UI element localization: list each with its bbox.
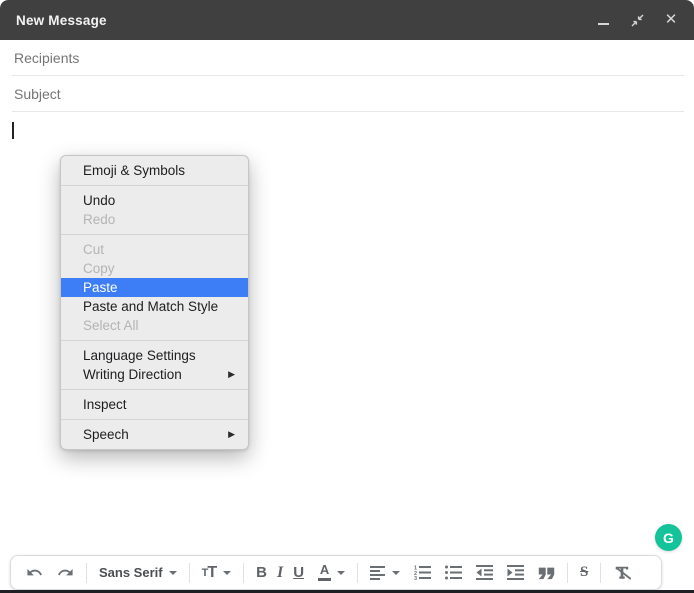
menu-item-speech[interactable]: Speech ▶ [61,425,248,444]
menu-item-inspect[interactable]: Inspect [61,395,248,414]
indent-more-icon [507,565,524,580]
close-icon[interactable]: ✕ [664,13,678,27]
undo-icon [27,569,41,575]
menu-item-emoji-symbols[interactable]: Emoji & Symbols [61,161,248,180]
numbered-list-icon: 1 2 3 [414,566,431,581]
font-family-value: Sans Serif [99,565,163,580]
grammarly-icon[interactable]: G [655,524,682,551]
menu-item-cut: Cut [61,240,248,259]
subject-placeholder: Subject [14,86,61,102]
chevron-down-icon [223,571,231,575]
bullet-list-icon [445,566,462,580]
compose-window: New Message ✕ Recipients Subject Emoji &… [0,0,694,593]
chevron-down-icon [337,571,345,575]
bold-button[interactable]: B [249,556,274,589]
submenu-arrow-icon: ▶ [228,365,235,384]
indent-less-button[interactable] [469,556,500,589]
redo-icon [58,569,72,575]
underline-button[interactable]: U [286,556,311,589]
menu-item-redo: Redo [61,210,248,229]
italic-button[interactable]: I [274,556,286,589]
menu-item-paste-match-style[interactable]: Paste and Match Style [61,297,248,316]
numbered-list-button[interactable]: 1 2 3 [407,556,438,589]
text-color-button[interactable]: A [311,556,352,589]
chevron-down-icon [392,571,400,575]
size-large-glyph: T [207,564,217,582]
window-title: New Message [16,13,107,28]
formatting-toolbar: Sans Serif T T B I U A 1 2 [10,555,662,590]
context-menu: Emoji & Symbols Undo Redo Cut Copy Paste… [60,155,249,450]
color-bar [318,578,331,582]
indent-more-button[interactable] [500,556,531,589]
undo-button[interactable] [19,556,50,589]
menu-item-undo[interactable]: Undo [61,191,248,210]
strikethrough-button[interactable]: S [573,556,595,589]
remove-formatting-button[interactable] [606,556,638,589]
color-a-glyph: A [320,564,329,576]
chevron-down-icon [169,571,177,575]
font-family-select[interactable]: Sans Serif [92,556,184,589]
minimize-icon[interactable] [596,13,610,27]
bullet-list-button[interactable] [438,556,469,589]
menu-item-language-settings[interactable]: Language Settings [61,346,248,365]
divider [12,75,684,76]
menu-item-writing-direction[interactable]: Writing Direction ▶ [61,365,248,384]
menu-item-label: Writing Direction [83,367,182,382]
menu-item-paste[interactable]: Paste [61,278,248,297]
divider [12,111,684,112]
indent-less-icon [476,565,493,580]
text-cursor [12,122,14,139]
align-button[interactable] [363,556,407,589]
quote-icon [539,567,554,579]
redo-button[interactable] [50,556,81,589]
font-size-button[interactable]: T T [195,556,239,589]
submenu-arrow-icon: ▶ [228,425,235,444]
remove-formatting-icon [616,566,631,579]
recipients-placeholder: Recipients [14,50,79,66]
exit-fullscreen-icon[interactable] [630,13,644,27]
menu-item-select-all: Select All [61,316,248,335]
align-left-icon [370,566,385,580]
menu-item-label: Speech [83,427,129,442]
titlebar: New Message ✕ [0,0,694,40]
quote-button[interactable] [531,556,562,589]
svg-text:3: 3 [414,576,417,580]
menu-item-copy: Copy [61,259,248,278]
